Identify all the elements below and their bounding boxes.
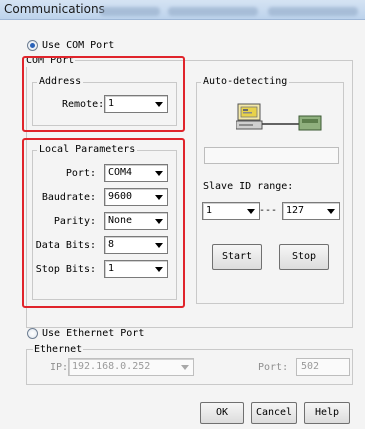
ethernet-port-value: 502 [301,361,320,372]
help-button[interactable]: Help [304,402,350,424]
ip-select[interactable]: 192.168.0.252 [68,358,194,376]
slave-range-to-select[interactable]: 127 [282,202,340,220]
use-com-port-label[interactable]: Use COM Port [42,40,114,52]
chevron-down-icon [327,209,335,214]
slave-range-from-value: 1 [206,205,213,216]
chevron-down-icon [247,209,255,214]
chevron-down-icon [181,365,189,370]
ok-button[interactable]: OK [200,402,244,424]
blurred-tabs [100,7,160,16]
auto-detecting-group-title: Auto-detecting [201,76,290,88]
title-bar: Communications [0,0,365,20]
ethernet-group-title: Ethernet [33,344,84,356]
range-separator: --- [259,205,278,216]
blurred-tabs [268,7,358,16]
local-parameters-highlight [22,138,185,308]
stop-button[interactable]: Stop [279,244,329,270]
ip-label: IP: [50,362,69,373]
blurred-tabs [168,7,258,16]
slave-id-range-label: Slave ID range: [203,181,294,192]
start-button[interactable]: Start [212,244,262,270]
use-com-port-radio[interactable] [27,40,38,51]
serial-connection-icon [235,102,322,132]
cancel-button[interactable]: Cancel [251,402,297,424]
slave-range-to-value: 127 [286,205,305,216]
port-label-ethernet: Port: [258,362,289,373]
ethernet-port-field[interactable]: 502 [296,358,350,376]
slave-range-from-select[interactable]: 1 [202,202,260,220]
communications-dialog: Use COM Port COM Port Address Remote: 1 … [0,20,365,429]
detect-status-box [204,147,339,164]
use-ethernet-port-label[interactable]: Use Ethernet Port [42,328,144,340]
window-title: Communications [4,2,105,16]
ip-value: 192.168.0.252 [72,361,151,372]
use-ethernet-port-radio[interactable] [27,328,38,339]
com-port-highlight [22,56,185,132]
